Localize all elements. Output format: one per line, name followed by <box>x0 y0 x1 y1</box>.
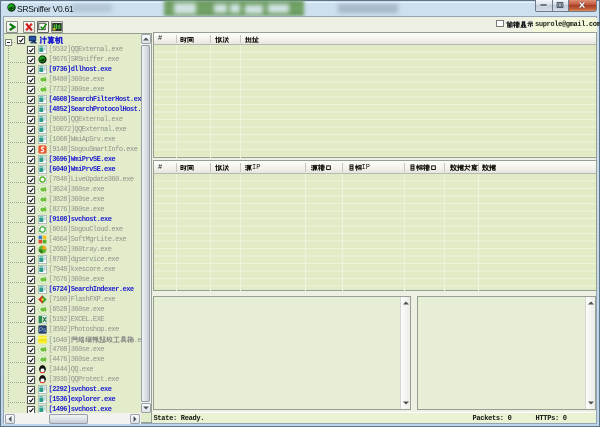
svg-text:Ps: Ps <box>38 328 45 334</box>
